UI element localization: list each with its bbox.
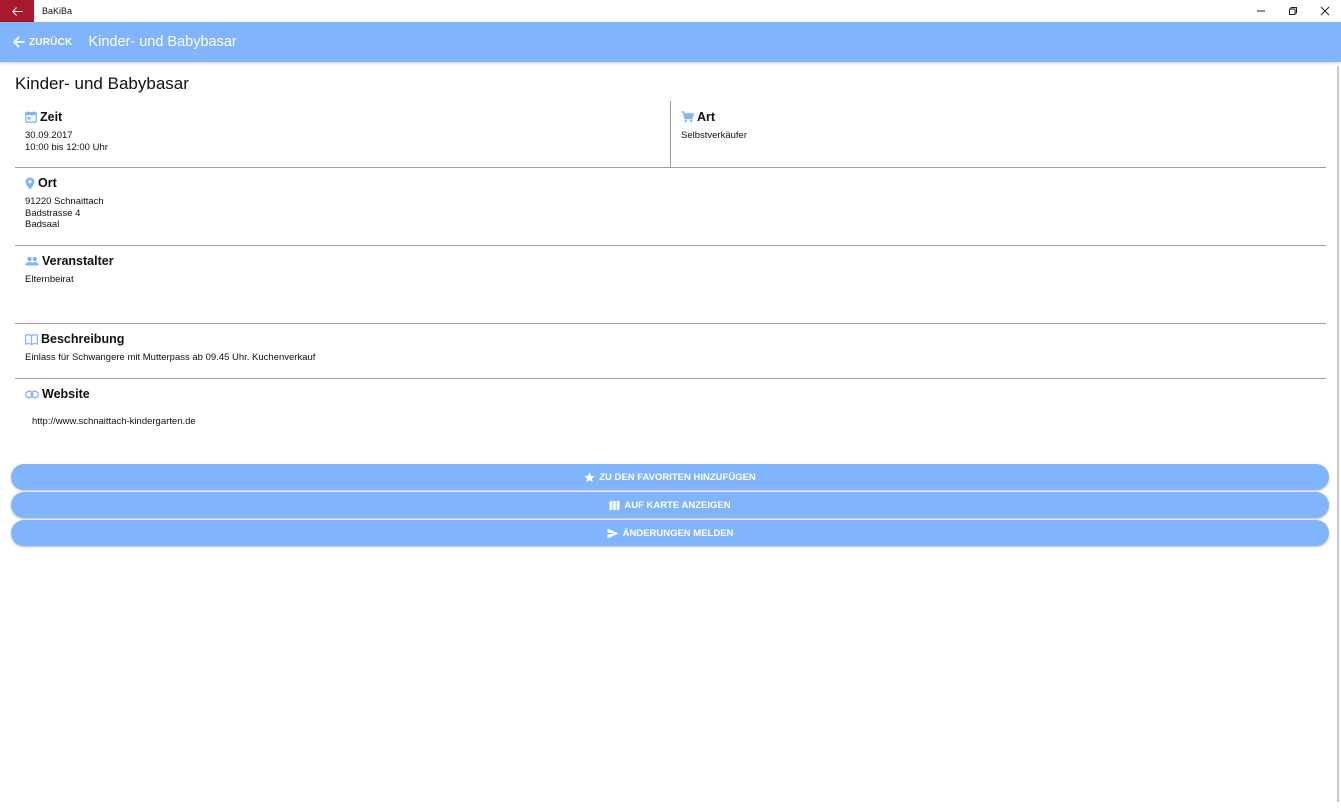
report-changes-label: ÄNDERUNGEN MELDEN [622,527,734,539]
calendar-icon [25,111,37,123]
art-value: Selbstverkäufer [681,130,748,141]
restore-icon [1288,6,1298,16]
section-beschreibung-title: Beschreibung [41,332,125,346]
ort-line-2: Badstrasse 4 [25,207,81,219]
arrow-left-icon [11,6,23,16]
add-to-favorites-label: ZU DEN FAVORITEN HINZUFÜGEN [599,471,756,483]
website-link[interactable]: http://www.schnaittach-kindergarten.de [32,416,196,427]
show-on-map-label: AUF KARTE ANZEIGEN [624,499,731,511]
section-website: Website [25,387,90,401]
app-header: ZURÜCK Kinder- und Babybasar [0,22,1341,62]
star-icon [584,471,595,483]
app-header-title: Kinder- und Babybasar [88,34,237,50]
send-icon [607,528,619,539]
zeit-time: 10:00 bis 12:00 Uhr [25,141,108,153]
beschreibung-value: Einlass für Schwangere mit Mutterpass ab… [25,352,316,363]
arrow-left-icon [13,36,25,48]
close-icon [1320,6,1330,16]
add-to-favorites-button[interactable]: ZU DEN FAVORITEN HINZUFÜGEN [11,464,1329,490]
veranstalter-value: Elternbeirat [25,274,74,285]
section-divider-vertical [670,101,671,167]
cart-icon [681,111,694,123]
section-zeit: Zeit 30.09.2017 10:00 bis 12:00 Uhr [25,110,108,153]
section-veranstalter-title: Veranstalter [42,254,114,268]
ort-line-1: 91220 Schnaittach [25,196,104,207]
map-icon [609,500,620,511]
vertical-scrollbar[interactable] [1333,62,1341,810]
book-icon [25,333,38,345]
location-pin-icon [25,177,35,190]
event-detail-content: Kinder- und Babybasar Zeit 30.09.2017 10… [0,62,1333,810]
people-icon [25,256,39,267]
window-back-button[interactable] [0,0,34,22]
restore-button[interactable] [1277,0,1309,22]
window-titlebar: BaKiBa [0,0,1341,22]
zeit-date: 30.09.2017 [25,130,73,141]
section-divider [15,245,1326,246]
ort-line-3: Badsaal [25,219,60,230]
section-divider [15,378,1326,379]
window-title: BaKiBa [42,6,73,16]
back-button[interactable]: ZURÜCK [13,36,72,48]
page-title: Kinder- und Babybasar [15,74,189,93]
section-art-title: Art [697,110,716,124]
section-divider [15,167,1326,168]
report-changes-button[interactable]: ÄNDERUNGEN MELDEN [11,520,1329,546]
close-button[interactable] [1309,0,1341,22]
minimize-button[interactable] [1245,0,1277,22]
link-icon [25,390,39,399]
section-ort-title: Ort [38,176,57,190]
scrollbar-thumb[interactable] [1337,66,1339,802]
back-button-label: ZURÜCK [29,36,73,48]
section-art: Art Selbstverkäufer [681,110,747,142]
show-on-map-button[interactable]: AUF KARTE ANZEIGEN [11,492,1329,518]
section-veranstalter: Veranstalter Elternbeirat [25,254,114,286]
section-ort: Ort 91220 Schnaittach Badstrasse 4 Badsa… [25,176,104,231]
section-zeit-title: Zeit [40,110,63,124]
section-divider [15,323,1326,324]
minimize-icon [1256,6,1266,16]
section-beschreibung: Beschreibung Einlass für Schwangere mit … [25,332,315,364]
section-website-title: Website [42,387,90,401]
